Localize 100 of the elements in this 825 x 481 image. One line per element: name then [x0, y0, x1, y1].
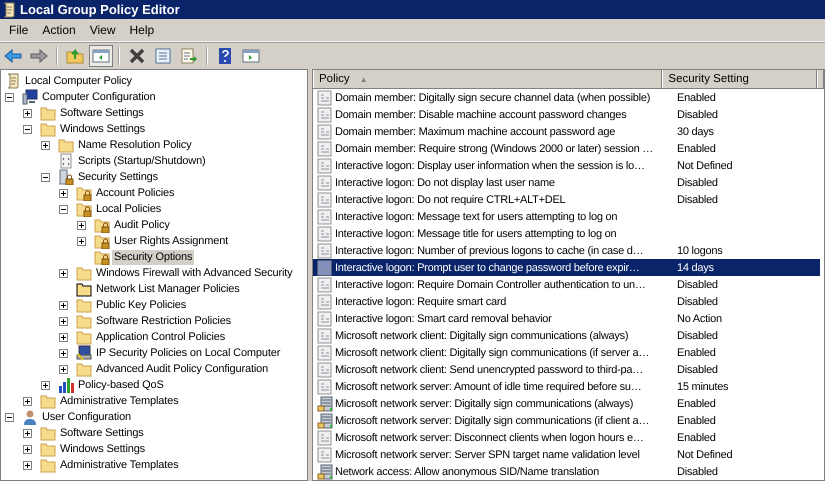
- list-row[interactable]: Microsoft network client: Digitally sign communications (always) Disabled: [313, 327, 824, 344]
- tree-item[interactable]: Windows Settings: [58, 122, 148, 136]
- tree-item[interactable]: Windows Settings: [58, 442, 148, 456]
- list-row[interactable]: Microsoft network client: Digitally sign communications (if server a… Enabled: [313, 344, 824, 361]
- policy-icon: [317, 124, 333, 140]
- expander-icon[interactable]: [23, 428, 32, 438]
- expander-icon[interactable]: [23, 444, 32, 454]
- tree-item[interactable]: Local Policies: [94, 202, 164, 216]
- list-row[interactable]: Domain member: Maximum machine account password age 30 days: [313, 123, 824, 140]
- expander-icon[interactable]: [5, 412, 14, 422]
- expander-icon[interactable]: [23, 124, 32, 134]
- expander-icon[interactable]: [59, 332, 68, 342]
- policy-name: Interactive logon: Display user information when the session is lo…: [335, 160, 646, 172]
- expander-icon[interactable]: [59, 348, 68, 358]
- list-row[interactable]: Domain member: Disable machine account password changes Disabled: [313, 106, 824, 123]
- expander-icon[interactable]: [59, 300, 68, 310]
- tree-item[interactable]: Application Control Policies: [94, 330, 228, 344]
- security-setting: 10 logons: [676, 244, 722, 256]
- tree-item[interactable]: Audit Policy: [112, 218, 172, 232]
- menu-item[interactable]: View: [82, 21, 122, 39]
- expander-icon[interactable]: [23, 108, 32, 118]
- list-row[interactable]: Microsoft network client: Send unencrypted password to third-pa… Disabled: [313, 361, 824, 378]
- folder-icon: [40, 105, 56, 121]
- policy-icon: [317, 90, 333, 106]
- policy-name: Microsoft network client: Send unencrypted password to third-pa…: [335, 364, 644, 376]
- expander-icon[interactable]: [23, 460, 32, 470]
- menu-item[interactable]: File: [2, 21, 36, 39]
- tree-item[interactable]: Local Computer Policy: [23, 74, 134, 88]
- policy-icon: [317, 140, 333, 156]
- tree-item[interactable]: Public Key Policies: [94, 298, 188, 312]
- tree-item[interactable]: Software Settings: [58, 426, 146, 440]
- tree-item[interactable]: Administrative Templates: [58, 458, 180, 472]
- tree-item[interactable]: Name Resolution Policy: [76, 138, 194, 152]
- tree-item[interactable]: Security Settings: [76, 170, 160, 184]
- security-setting: 30 days: [676, 126, 714, 138]
- tree-item[interactable]: Policy-based QoS: [76, 378, 166, 392]
- list-row[interactable]: Domain member: Digitally sign secure channel data (when possible) Enabled: [313, 89, 824, 106]
- folder-icon: [40, 121, 56, 137]
- menu-item[interactable]: Help: [122, 21, 162, 39]
- tree-item[interactable]: Advanced Audit Policy Configuration: [94, 362, 270, 376]
- tree-item[interactable]: Administrative Templates: [58, 394, 180, 408]
- list-row[interactable]: Microsoft network server: Amount of idle time required before su… 15 minutes: [313, 378, 824, 395]
- expander-icon[interactable]: [59, 188, 68, 198]
- list-row[interactable]: Microsoft network server: Digitally sign communications (if client a… Enabled: [313, 412, 824, 429]
- list-row[interactable]: Microsoft network server: Digitally sign communications (always) Enabled: [313, 395, 824, 412]
- expander-icon[interactable]: [59, 316, 68, 326]
- list-row[interactable]: Interactive logon: Display user information when the session is lo… Not Defined: [313, 157, 824, 174]
- policy-name: Microsoft network client: Digitally sign communications (if server a…: [335, 346, 650, 358]
- policy-name: Interactive logon: Require smart card: [335, 296, 508, 308]
- tree-item[interactable]: Security Options: [112, 250, 194, 264]
- column-header[interactable]: Policy ▲: [313, 70, 662, 88]
- tree-item[interactable]: User Configuration: [40, 410, 134, 424]
- tree-item[interactable]: IP Security Policies on Local Computer: [94, 346, 282, 360]
- tree-item[interactable]: Computer Configuration: [40, 90, 158, 104]
- expander-icon[interactable]: [59, 204, 68, 214]
- list-row[interactable]: Interactive logon: Smart card removal behavior No Action: [313, 310, 824, 327]
- list-row[interactable]: Interactive logon: Number of previous logons to cache (in case d… 10 logons: [313, 242, 824, 259]
- list-row[interactable]: Network access: Allow anonymous SID/Name translation Disabled: [313, 463, 824, 480]
- tree-item[interactable]: Software Restriction Policies: [94, 314, 234, 328]
- tree-item[interactable]: Software Settings: [58, 106, 146, 120]
- policy-icon: [317, 276, 333, 292]
- policy-icon: [317, 158, 333, 174]
- expander-icon[interactable]: [41, 380, 50, 390]
- tree-item[interactable]: Scripts (Startup/Shutdown): [76, 154, 208, 168]
- back-arrow-icon: [4, 48, 22, 64]
- tree-item[interactable]: Network List Manager Policies: [94, 282, 242, 296]
- list-row[interactable]: Interactive logon: Message text for users attempting to log on: [313, 208, 824, 225]
- menu-item[interactable]: Action: [35, 21, 83, 39]
- security-setting: Not Defined: [676, 448, 732, 460]
- folder-icon: [58, 137, 74, 153]
- list-row[interactable]: Interactive logon: Message title for users attempting to log on: [313, 225, 824, 242]
- policy-name: Interactive logon: Number of previous logons to cache (in case d…: [335, 244, 644, 256]
- column-header[interactable]: Security Setting: [662, 70, 817, 88]
- list-row[interactable]: Interactive logon: Prompt user to change password before expir… 14 days: [313, 259, 820, 276]
- list-row[interactable]: Microsoft network server: Disconnect clients when logon hours e… Enabled: [313, 429, 824, 446]
- folder-icon: [76, 281, 92, 297]
- expander-icon[interactable]: [77, 236, 86, 246]
- expander-icon[interactable]: [59, 364, 68, 374]
- toolbar-tree-button[interactable]: [89, 45, 113, 67]
- list-row[interactable]: Microsoft network server: Server SPN target name validation level Not Defined: [313, 446, 824, 463]
- tree-item[interactable]: User Rights Assignment: [112, 234, 230, 248]
- list-row[interactable]: Interactive logon: Require smart card Disabled: [313, 293, 824, 310]
- list-row[interactable]: Domain member: Require strong (Windows 2000 or later) session … Enabled: [313, 140, 824, 157]
- list-row[interactable]: Interactive logon: Do not display last user name Disabled: [313, 174, 824, 191]
- policy-icon: [317, 378, 333, 394]
- expander-icon[interactable]: [77, 220, 86, 230]
- expander-icon[interactable]: [5, 92, 14, 102]
- security-setting: 15 minutes: [676, 380, 728, 392]
- locked-folder-icon: [76, 185, 92, 201]
- tree-item[interactable]: Account Policies: [94, 186, 176, 200]
- list-row[interactable]: Interactive logon: Require Domain Controller authentication to un… Disabled: [313, 276, 824, 293]
- expander-icon[interactable]: [41, 140, 50, 150]
- expander-icon[interactable]: [59, 268, 68, 278]
- expander-icon[interactable]: [41, 172, 50, 182]
- expander-icon[interactable]: [23, 396, 32, 406]
- security-setting: Disabled: [676, 108, 718, 120]
- list-row[interactable]: Interactive logon: Do not require CTRL+ALT+DEL Disabled: [313, 191, 824, 208]
- tree-item[interactable]: Windows Firewall with Advanced Security: [94, 266, 295, 280]
- server-icon: [317, 396, 333, 412]
- security-setting: Enabled: [676, 398, 716, 410]
